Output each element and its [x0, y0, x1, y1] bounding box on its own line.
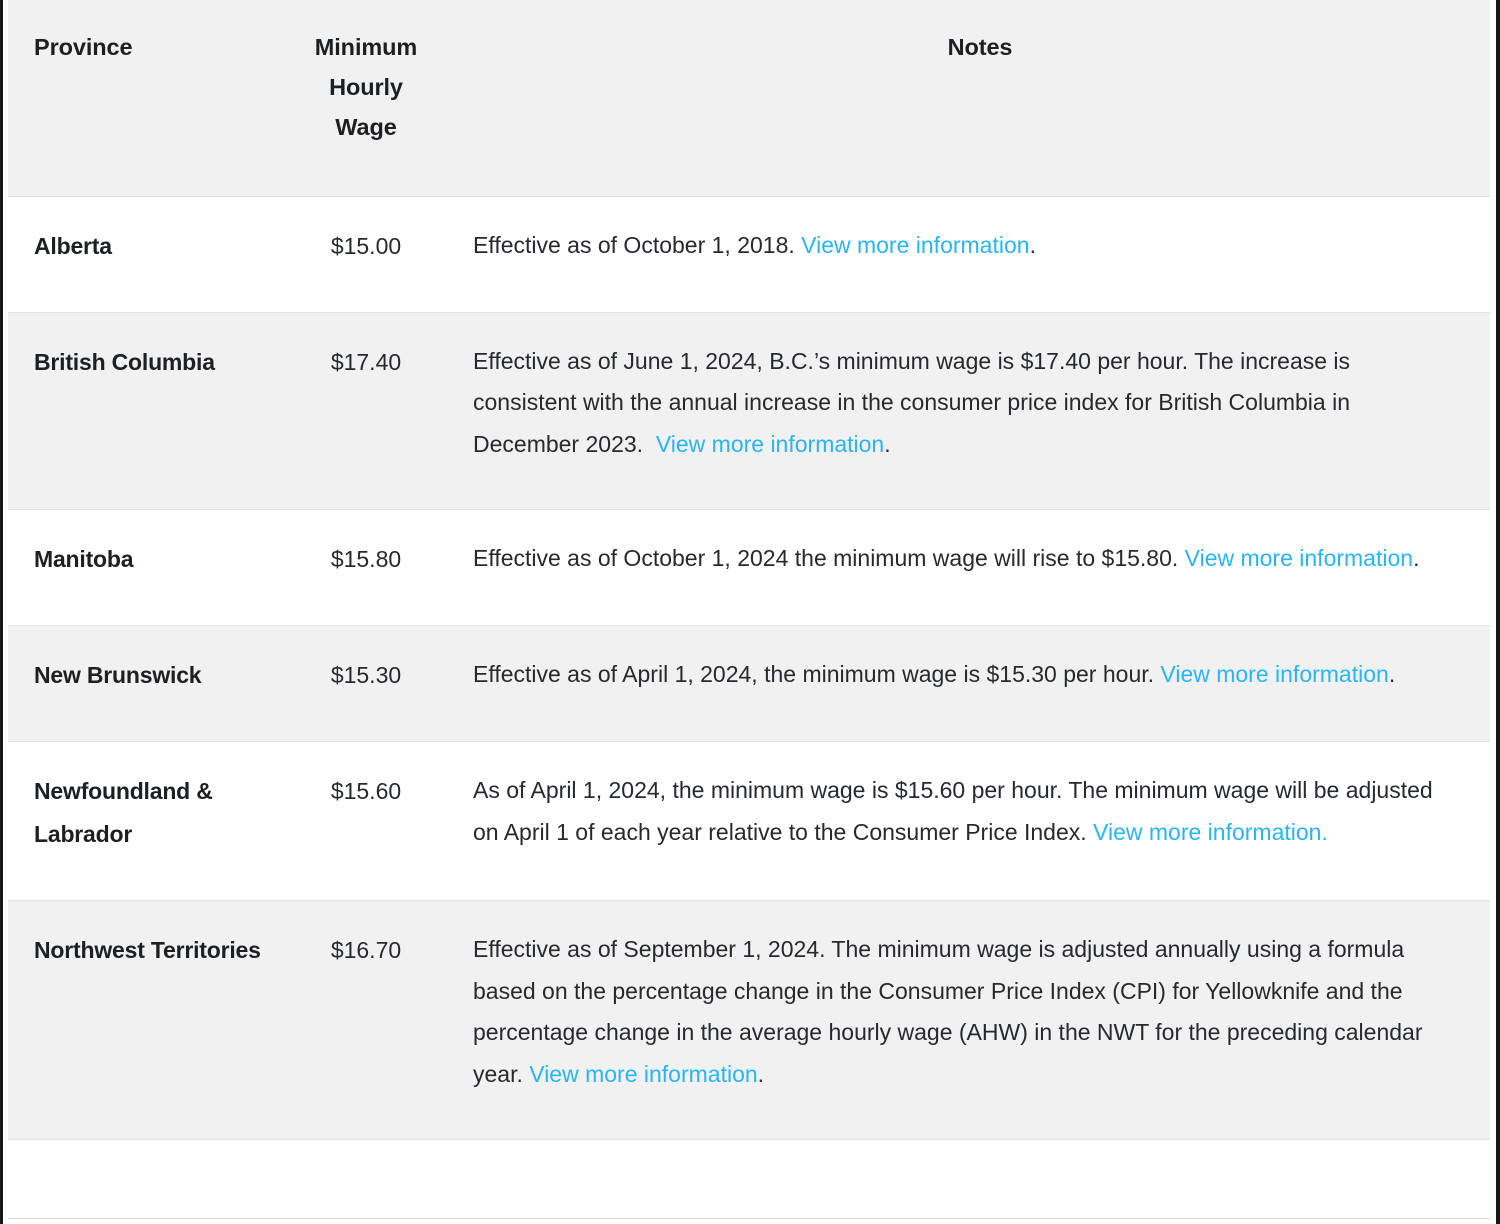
column-header-notes-label: Notes — [947, 34, 1013, 60]
wage-value: $15.30 — [330, 662, 402, 688]
view-more-information-link[interactable]: View more information. — [1093, 819, 1328, 845]
table-header-row: Province Minimum Hourly Wage Notes — [8, 0, 1490, 197]
cell-notes: As of April 1, 2024, the minimum wage is… — [465, 741, 1490, 901]
view-more-information-link[interactable]: View more information — [529, 1061, 757, 1087]
cell-minimum-hourly-wage: $15.80 — [303, 509, 465, 626]
column-header-wage-line: Wage — [335, 114, 397, 140]
notes-text: Effective as of October 1, 2024 the mini… — [473, 545, 1185, 571]
wage-value: $15.80 — [330, 546, 402, 572]
table-row: New Brunswick $15.30 Effective as of April… — [8, 625, 1490, 742]
column-header-wage-line: Minimum — [314, 34, 418, 60]
notes-text: Effective as of October 1, 2018. — [473, 231, 802, 258]
cell-province: Northwest Territories — [8, 900, 303, 1140]
view-more-information-link[interactable]: View more information — [656, 431, 884, 457]
column-header-wage-line: Hourly — [329, 74, 403, 100]
notes-text: . — [1388, 661, 1396, 687]
notes-text: Effective as of June 1, 2024, B.C.’s min… — [473, 347, 1357, 457]
notes-text: . — [884, 430, 891, 457]
cell-province: New Brunswick — [8, 625, 303, 742]
column-header-wage: Minimum Hourly Wage — [303, 0, 465, 197]
cell-notes: Effective as of October 1, 2018. View mo… — [465, 196, 1490, 313]
notes-text: . — [1413, 545, 1420, 571]
column-header-province-label: Province — [34, 34, 133, 60]
table-header: Province Minimum Hourly Wage Notes — [8, 0, 1490, 197]
cell-province: Alberta — [8, 196, 303, 313]
wage-value: $15.00 — [330, 232, 402, 259]
page-root: Province Minimum Hourly Wage Notes Alberta… — [0, 0, 1500, 1224]
wage-value: $15.60 — [330, 778, 402, 804]
column-header-province: Province — [8, 0, 303, 197]
cell-province: British Columbia — [8, 312, 303, 510]
cell-minimum-hourly-wage: $16.70 — [303, 900, 465, 1140]
column-header-wage-label: Minimum Hourly Wage — [303, 0, 465, 147]
view-more-information-link[interactable]: View more information — [1160, 661, 1388, 687]
cell-minimum-hourly-wage: $15.30 — [303, 625, 465, 742]
view-more-information-link[interactable]: View more information — [801, 232, 1029, 258]
wage-value: $17.40 — [330, 348, 402, 375]
table-row: British Columbia $17.40 Effective as of Ju… — [8, 312, 1490, 510]
column-header-notes: Notes — [465, 0, 1490, 197]
cell-notes: Effective as of April 1, 2024, the minim… — [465, 625, 1490, 742]
cell-minimum-hourly-wage: $15.60 — [303, 741, 465, 901]
cell-minimum-hourly-wage: $15.00 — [303, 196, 465, 313]
wage-value: $16.70 — [330, 937, 402, 963]
view-more-information-link[interactable]: View more information — [1185, 545, 1413, 571]
table-body: Alberta $15.00 Effective as of October 1, … — [8, 196, 1490, 1140]
cell-province: Newfoundland & Labrador — [8, 741, 303, 901]
cell-notes: Effective as of September 1, 2024. The m… — [465, 900, 1490, 1140]
table-scroll-region[interactable]: Province Minimum Hourly Wage Notes Alberta… — [8, 0, 1490, 1224]
table-row: Newfoundland & Labrador $15.60 As of April… — [8, 741, 1490, 901]
cell-notes: Effective as of June 1, 2024, B.C.’s min… — [465, 312, 1490, 510]
table-row: Northwest Territories $16.70 Effective as … — [8, 900, 1490, 1140]
table-row: Alberta $15.00 Effective as of October 1, … — [8, 196, 1490, 313]
cell-notes: Effective as of October 1, 2024 the mini… — [465, 509, 1490, 626]
table-row: Manitoba $15.80 Effective as of October 1,… — [8, 509, 1490, 626]
notes-text: . — [1029, 231, 1036, 258]
notes-text: Effective as of April 1, 2024, the minim… — [473, 661, 1161, 687]
minimum-wage-table: Province Minimum Hourly Wage Notes Alberta… — [8, 0, 1490, 1140]
viewport-bottom-edge — [8, 1218, 1490, 1224]
cell-province: Manitoba — [8, 509, 303, 626]
cell-minimum-hourly-wage: $17.40 — [303, 312, 465, 510]
notes-text: . — [757, 1060, 765, 1087]
